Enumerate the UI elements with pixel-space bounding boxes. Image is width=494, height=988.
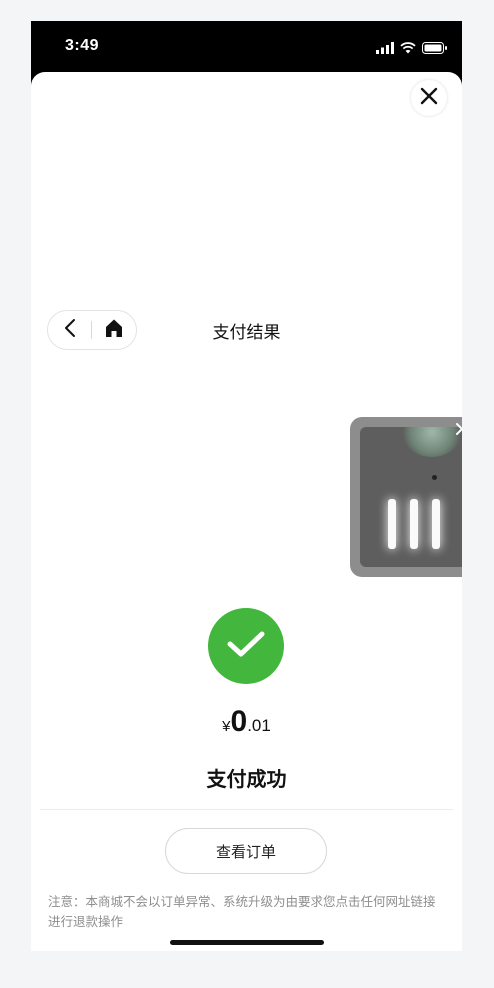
- light-tube: [410, 499, 418, 549]
- amount-decimal: .01: [247, 716, 271, 735]
- light-tube: [388, 499, 396, 549]
- close-icon[interactable]: [454, 421, 462, 441]
- currency-symbol: ¥: [222, 718, 231, 735]
- battery-icon: [422, 39, 447, 58]
- status-time: 3:49: [65, 37, 100, 54]
- phone-screen: 3:49 支付结果 ¥0.01 支付成功 查看订单 注意：本商城不会以订单异常、…: [31, 21, 462, 951]
- refund-notice: 注意：本商城不会以订单异常、系统升级为由要求您点击任何网址链接进行退款操作: [48, 894, 436, 929]
- floating-video-window[interactable]: [350, 417, 462, 577]
- close-icon: [420, 87, 438, 109]
- status-icons: [376, 39, 447, 58]
- payment-status: 支付成功: [206, 767, 287, 791]
- view-order-button[interactable]: 查看订单: [165, 828, 327, 874]
- divider: [40, 809, 453, 810]
- home-indicator: [170, 940, 324, 945]
- close-button[interactable]: [411, 80, 447, 116]
- light-tube: [432, 499, 440, 549]
- wifi-icon: [400, 39, 416, 58]
- ceiling-dot: [432, 475, 437, 480]
- ceiling-fan-shape: [402, 427, 462, 457]
- check-icon: [226, 629, 266, 663]
- payment-amount: ¥0.01: [31, 705, 462, 739]
- amount-integer: 0: [230, 705, 248, 738]
- video-thumbnail: [360, 427, 462, 567]
- signal-icon: [376, 39, 394, 58]
- page-title: 支付结果: [212, 323, 281, 343]
- status-bar: 3:49: [31, 21, 462, 77]
- success-check: [208, 608, 284, 684]
